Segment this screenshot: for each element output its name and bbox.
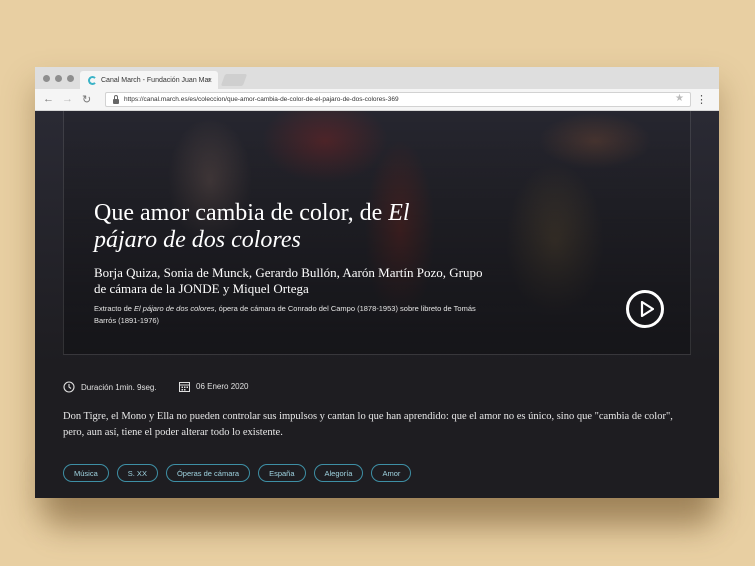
date-text: 06 Enero 2020 <box>196 382 249 391</box>
date-meta: 06 Enero 2020 <box>179 381 249 392</box>
play-icon <box>640 301 654 317</box>
new-tab-button[interactable] <box>220 74 248 86</box>
tab-bar: Canal March - Fundación Juan Mar × <box>35 67 719 89</box>
window-minimize-dot[interactable] <box>55 75 62 82</box>
title-text: Que amor cambia de color, de <box>94 200 389 226</box>
arrow-right-icon[interactable]: → <box>62 93 73 105</box>
browser-window: Canal March - Fundación Juan Mar × ← → ↻… <box>35 67 719 498</box>
clock-icon <box>63 381 75 393</box>
url-text: https://canal.march.es/es/coleccion/que-… <box>124 96 399 103</box>
excerpt-caption: Extracto de El pájaro de dos colores, óp… <box>94 303 494 327</box>
tag-siglo-xx[interactable]: S. XX <box>116 464 158 482</box>
canal-march-logo-icon <box>88 75 97 85</box>
duration-text: Duración 1min. 9seg. <box>81 382 157 392</box>
url-field[interactable]: https://canal.march.es/es/coleccion/que-… <box>105 92 691 107</box>
lock-icon <box>113 94 119 104</box>
description: Don Tigre, el Mono y Ella no pueden cont… <box>63 411 673 438</box>
tab-title: Canal March - Fundación Juan Mar <box>101 76 211 84</box>
tag-espana[interactable]: España <box>258 464 306 482</box>
bookmark-star-icon[interactable]: ★ <box>675 93 684 104</box>
reload-icon[interactable]: ↻ <box>82 93 91 106</box>
excerpt-prefix: Extracto de <box>94 304 135 313</box>
address-bar: ← → ↻ https://canal.march.es/es/coleccio… <box>35 89 719 111</box>
duration-meta: Duración 1min. 9seg. <box>63 381 157 393</box>
video-hero: Que amor cambia de color, de El pájaro d… <box>35 111 719 364</box>
tag-list: Música S. XX Óperas de cámara España Ale… <box>63 464 419 482</box>
page-title: Que amor cambia de color, de El pájaro d… <box>94 200 474 254</box>
window-maximize-dot[interactable] <box>67 75 74 82</box>
tag-operas-de-camara[interactable]: Óperas de cámara <box>165 464 251 482</box>
browser-tab[interactable]: Canal March - Fundación Juan Mar × <box>80 71 218 89</box>
performers: Borja Quiza, Sonia de Munck, Gerardo Bul… <box>94 265 483 296</box>
play-button[interactable] <box>626 290 664 328</box>
excerpt-italic: El pájaro de dos colores <box>134 304 215 313</box>
tab-close-icon[interactable]: × <box>207 76 212 85</box>
arrow-left-icon[interactable]: ← <box>43 93 54 105</box>
window-close-dot[interactable] <box>43 75 50 82</box>
tag-alegoria[interactable]: Alegoría <box>313 464 364 482</box>
browser-menu-icon[interactable]: ⋮ <box>696 93 707 106</box>
tag-amor[interactable]: Amor <box>371 464 412 482</box>
calendar-icon <box>179 382 190 392</box>
tag-musica[interactable]: Música <box>63 464 109 482</box>
